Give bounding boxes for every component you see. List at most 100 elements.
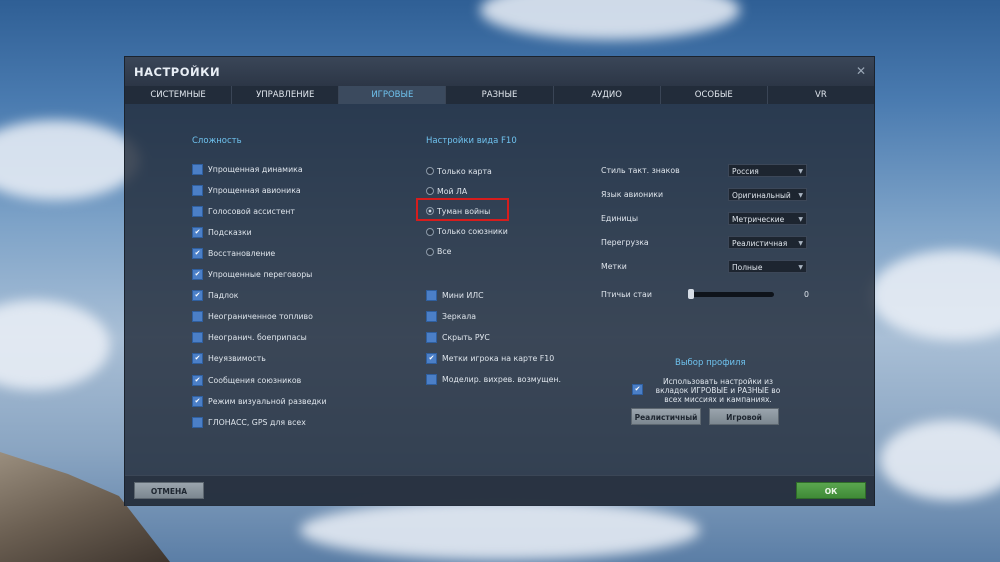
property-label: Стиль такт. знаков	[601, 166, 680, 175]
checkbox-label: Неуязвимость	[208, 354, 266, 364]
checkbox-label: Сообщения союзников	[208, 375, 302, 385]
checkbox[interactable]	[426, 310, 437, 322]
chevron-down-icon: ▼	[798, 192, 803, 199]
difficulty-item[interactable]: Сообщения союзников	[192, 374, 301, 386]
difficulty-item[interactable]: Восстановление	[192, 247, 275, 259]
checkbox[interactable]	[192, 247, 203, 259]
checkbox[interactable]	[426, 373, 437, 385]
profile-title: Выбор профиля	[675, 358, 746, 368]
checkbox[interactable]	[192, 205, 203, 217]
tab-vr[interactable]: VR	[767, 86, 874, 104]
tab-audio[interactable]: АУДИО	[553, 86, 661, 104]
tab-gameplay[interactable]: ИГРОВЫЕ	[339, 86, 447, 104]
radio-button[interactable]	[426, 167, 434, 175]
checkbox[interactable]	[426, 352, 437, 364]
checkbox-label: Подсказки	[208, 227, 252, 237]
property-select[interactable]: Россия ▼	[728, 164, 807, 177]
radio-button[interactable]	[426, 247, 434, 256]
radio-button[interactable]	[426, 227, 434, 236]
property-select[interactable]: Метрические ▼	[728, 212, 807, 225]
select-value: Полные	[732, 263, 763, 272]
difficulty-item[interactable]: Упрощенная динамика	[192, 163, 303, 175]
game-button[interactable]: Игровой	[709, 408, 779, 425]
checkbox-label: Режим визуальной разведки	[208, 396, 327, 406]
dialog-title: НАСТРОЙКИ	[134, 65, 221, 79]
property-label: Язык авионики	[601, 190, 664, 199]
cancel-button[interactable]: ОТМЕНА	[134, 482, 204, 499]
tab-system[interactable]: СИСТЕМНЫЕ	[125, 86, 233, 104]
difficulty-item[interactable]: Неуязвимость	[192, 353, 266, 365]
chevron-down-icon: ▼	[798, 216, 803, 223]
checkbox[interactable]	[192, 353, 203, 365]
f10-radio-item[interactable]: Все	[426, 246, 451, 258]
use-profile-text: Использовать настройки из вкладок ИГРОВЫ…	[655, 377, 781, 404]
property-label: Метки	[601, 262, 627, 271]
property-label: Перегрузка	[601, 238, 649, 247]
checkbox-label: Упрощенные переговоры	[208, 270, 313, 279]
f10-radio-item[interactable]: Мой ЛА	[426, 185, 467, 197]
checkbox[interactable]	[192, 311, 203, 323]
property-select[interactable]: Оригинальный ▼	[728, 188, 807, 201]
radio-label: Только карта	[437, 166, 492, 176]
select-value: Реалистичная	[732, 239, 788, 248]
f10-radio-item[interactable]: Только союзники	[426, 226, 508, 238]
checkbox-label: Скрыть РУС	[442, 332, 490, 342]
checkbox[interactable]	[192, 290, 203, 302]
birds-slider-track[interactable]	[690, 292, 774, 297]
checkbox-label: Моделир. вихрев. возмущен.	[442, 374, 561, 384]
chevron-down-icon: ▼	[798, 264, 803, 271]
checkbox-label: Падлок	[208, 291, 239, 301]
radio-label: Все	[437, 247, 452, 257]
highlight-box	[416, 198, 509, 221]
close-icon[interactable]: ✕	[856, 64, 866, 78]
title-bar: НАСТРОЙКИ ✕	[125, 57, 874, 86]
difficulty-item[interactable]: Голосовой ассистент	[192, 205, 295, 217]
checkbox[interactable]	[192, 332, 203, 344]
tab-misc[interactable]: РАЗНЫЕ	[446, 86, 554, 104]
property-label: Единицы	[601, 214, 639, 223]
property-select[interactable]: Реалистичная ▼	[728, 236, 807, 249]
property-select[interactable]: Полные ▼	[728, 260, 807, 273]
f10-check-item[interactable]: Скрыть РУС	[426, 331, 490, 343]
tab-controls[interactable]: УПРАВЛЕНИЕ	[232, 86, 340, 104]
use-profile-checkbox[interactable]	[632, 384, 643, 395]
difficulty-item[interactable]: Упрощенные переговоры	[192, 269, 312, 281]
checkbox-label: Мини ИЛС	[442, 290, 484, 300]
f10-check-item[interactable]: Мини ИЛС	[426, 289, 484, 301]
radio-label: Мой ЛА	[437, 186, 468, 196]
checkbox-label: Зеркала	[442, 311, 476, 321]
chevron-down-icon: ▼	[798, 240, 803, 247]
radio-button[interactable]	[426, 187, 434, 196]
checkbox[interactable]	[192, 416, 203, 428]
difficulty-item[interactable]: ГЛОНАСС, GPS для всех	[192, 416, 306, 428]
difficulty-item[interactable]: Неогранич. боеприпасы	[192, 332, 307, 344]
f10-check-item[interactable]: Зеркала	[426, 310, 476, 322]
checkbox[interactable]	[192, 226, 203, 238]
ok-button[interactable]: ОК	[796, 482, 866, 499]
difficulty-item[interactable]: Упрощенная авионика	[192, 184, 301, 196]
checkbox[interactable]	[192, 374, 203, 386]
checkbox[interactable]	[192, 184, 203, 196]
birds-slider-handle[interactable]	[688, 289, 694, 299]
difficulty-title: Сложность	[192, 136, 242, 146]
checkbox[interactable]	[192, 395, 203, 407]
checkbox[interactable]	[192, 269, 203, 280]
checkbox-label: ГЛОНАСС, GPS для всех	[208, 417, 306, 427]
realistic-button[interactable]: Реалистичный	[631, 408, 701, 425]
checkbox[interactable]	[426, 289, 437, 301]
difficulty-item[interactable]: Режим визуальной разведки	[192, 395, 327, 407]
f10-title: Настройки вида F10	[426, 136, 517, 146]
difficulty-item[interactable]: Неограниченное топливо	[192, 311, 313, 323]
select-value: Оригинальный	[732, 191, 791, 200]
checkbox-label: Голосовой ассистент	[208, 206, 295, 216]
difficulty-item[interactable]: Подсказки	[192, 226, 252, 238]
checkbox-label: Неограниченное топливо	[208, 312, 313, 322]
difficulty-item[interactable]: Падлок	[192, 290, 239, 302]
f10-check-item[interactable]: Моделир. вихрев. возмущен.	[426, 373, 561, 385]
checkbox[interactable]	[192, 163, 203, 175]
settings-dialog: НАСТРОЙКИ ✕ СИСТЕМНЫЕ УПРАВЛЕНИЕ ИГРОВЫЕ…	[125, 57, 874, 506]
tab-special[interactable]: ОСОБЫЕ	[660, 86, 768, 104]
checkbox[interactable]	[426, 331, 437, 343]
f10-check-item[interactable]: Метки игрока на карте F10	[426, 352, 554, 364]
f10-radio-item[interactable]: Только карта	[426, 165, 492, 177]
